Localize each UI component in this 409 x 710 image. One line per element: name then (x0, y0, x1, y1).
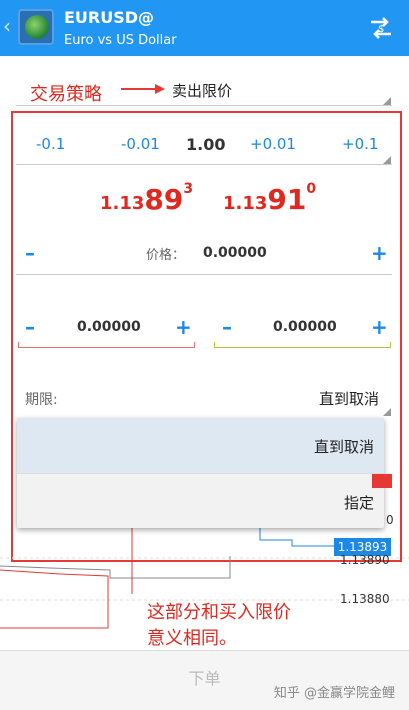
swap-arrows-icon[interactable]: $ (365, 12, 397, 44)
place-order-button[interactable]: 下单 (0, 651, 409, 710)
strategy-select[interactable]: 卖出限价 (172, 80, 232, 101)
top-app-bar: ‹ EURUSD@ Euro vs US Dollar $ (0, 0, 409, 56)
globe-icon (25, 15, 49, 39)
expiry-option-specified[interactable]: 指定 (17, 473, 384, 528)
expiry-dropdown-menu: 直到取消 指定 (17, 418, 384, 528)
step-plus-0-01-button[interactable]: +0.01 (250, 135, 296, 153)
back-chevron-icon[interactable]: ‹ (3, 14, 11, 38)
bid-price: 1.13893 (100, 181, 194, 216)
take-profit-underline (214, 347, 391, 348)
dropdown-corner-icon (383, 408, 391, 416)
bottom-annotation: 这部分和买入限价 意义相同。 (147, 602, 291, 649)
expiry-option-gtc[interactable]: 直到取消 (17, 418, 384, 473)
stop-loss-minus-button[interactable]: – (25, 315, 35, 339)
take-profit-minus-button[interactable]: – (222, 315, 232, 339)
tick (390, 342, 391, 347)
price-input[interactable]: 0.00000 (203, 245, 267, 261)
strategy-annotation: 交易策略 (30, 84, 102, 105)
axis-label: 1.13880 (340, 592, 390, 606)
take-profit-input[interactable]: 0.00000 (273, 319, 337, 335)
volume-value[interactable]: 1.00 (186, 135, 225, 154)
symbol-description: Euro vs US Dollar (64, 33, 177, 48)
stop-loss-underline (18, 347, 195, 348)
tick (194, 342, 195, 347)
tick (18, 342, 19, 347)
ask-price: 1.13910 (223, 181, 317, 216)
divider (16, 164, 392, 165)
corner-icon (383, 156, 391, 164)
sell-level-tag (372, 474, 392, 488)
stop-loss-plus-button[interactable]: + (175, 315, 192, 339)
step-plus-0-1-button[interactable]: +0.1 (342, 135, 378, 153)
expiry-select[interactable]: 直到取消 (319, 388, 379, 409)
annotation-arrow-icon (121, 84, 165, 94)
price-label: 价格： (146, 248, 186, 263)
price-minus-button[interactable]: – (25, 241, 35, 265)
dropdown-corner-icon (383, 97, 391, 105)
axis-label: 1.13890 (340, 553, 390, 567)
step-minus-0-01-button[interactable]: -0.01 (121, 135, 160, 153)
step-minus-0-1-button[interactable]: -0.1 (36, 135, 65, 153)
app-logo[interactable] (18, 9, 54, 45)
bottom-bar: 下单 知乎 @金赢学院金鲤 (0, 650, 409, 710)
symbol-title[interactable]: EURUSD@ (64, 8, 154, 27)
price-plus-button[interactable]: + (371, 241, 388, 265)
axis-label: 0 (386, 513, 394, 527)
stop-loss-input[interactable]: 0.00000 (77, 319, 141, 335)
tick (214, 342, 215, 347)
expiry-label: 期限: (25, 392, 58, 408)
take-profit-plus-button[interactable]: + (371, 315, 388, 339)
svg-text:$: $ (378, 24, 384, 35)
divider (16, 274, 392, 275)
watermark: 知乎 @金赢学院金鲤 (273, 686, 395, 701)
